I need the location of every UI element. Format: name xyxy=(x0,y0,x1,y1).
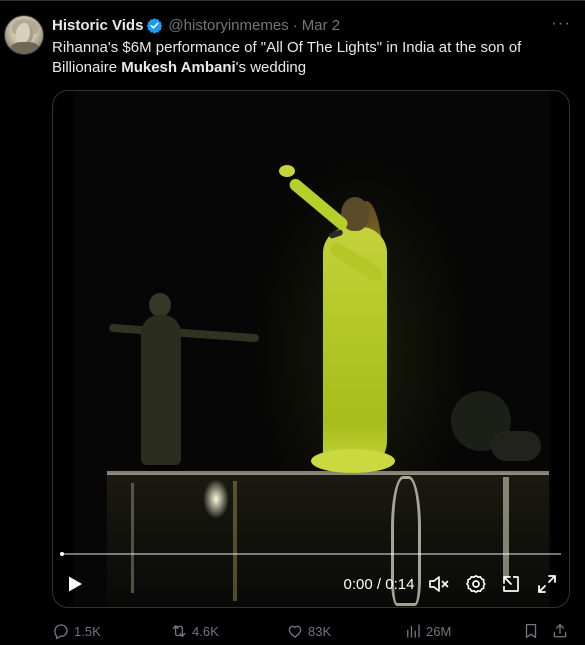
video-player[interactable]: 0:00 / 0:14 xyxy=(52,90,570,608)
retweet-icon xyxy=(172,625,186,637)
dock-icon xyxy=(503,576,519,592)
reply-icon xyxy=(54,624,68,640)
dock-video-button[interactable] xyxy=(499,569,523,599)
play-button[interactable] xyxy=(65,569,85,599)
fullscreen-icon xyxy=(538,575,556,593)
tweet-text-mention: Mukesh Ambani xyxy=(121,59,236,76)
verified-badge-icon[interactable] xyxy=(146,17,163,34)
tweet-date[interactable]: Mar 2 xyxy=(302,17,340,34)
stage-reflection xyxy=(503,477,509,577)
views-chart-icon xyxy=(407,624,420,638)
video-progress-knob[interactable] xyxy=(60,552,64,556)
more-options-button[interactable]: ··· xyxy=(548,14,574,36)
retweet-button[interactable]: 4.6K xyxy=(170,620,219,642)
retweet-count: 4.6K xyxy=(192,623,219,639)
tweet-text-part: 's wedding xyxy=(235,59,307,76)
reply-button[interactable]: 1.5K xyxy=(52,620,101,642)
dancer-torso xyxy=(141,315,181,465)
video-time: 0:00 / 0:14 xyxy=(343,575,415,593)
reply-count: 1.5K xyxy=(74,623,101,639)
tweet-actions: 1.5K 4.6K 83K 26M xyxy=(52,620,572,642)
mute-icon xyxy=(429,576,449,592)
views-count: 26M xyxy=(426,623,452,639)
singer-raised-arm xyxy=(287,176,351,232)
heart-icon xyxy=(288,625,302,638)
tweet-header: Historic Vids @historyinmemes · Mar 2 xyxy=(52,15,340,35)
stage-reflection xyxy=(203,479,229,519)
dancer-arm xyxy=(108,323,260,343)
avatar[interactable] xyxy=(4,15,44,55)
settings-icon xyxy=(466,575,486,593)
bookmark-icon xyxy=(525,623,537,639)
like-count: 83K xyxy=(308,623,332,639)
share-icon xyxy=(553,623,567,638)
views-button[interactable]: 26M xyxy=(404,620,451,642)
dancer-head xyxy=(149,293,171,317)
like-button[interactable]: 83K xyxy=(286,620,331,642)
background-musicians xyxy=(421,381,541,471)
video-frame[interactable] xyxy=(73,91,551,607)
tweet[interactable]: Historic Vids @historyinmemes · Mar 2 ··… xyxy=(0,0,585,645)
avatar-body xyxy=(10,42,40,54)
video-controls: 0:00 / 0:14 xyxy=(53,569,569,599)
play-icon xyxy=(69,576,82,592)
background-dancer xyxy=(108,291,260,471)
mute-button[interactable] xyxy=(427,569,451,599)
tweet-text: Rihanna's $6M performance of "All Of The… xyxy=(52,38,572,78)
singer-figure xyxy=(273,161,413,481)
bookmark-button[interactable] xyxy=(522,620,544,642)
user-handle[interactable]: @historyinmemes xyxy=(168,17,288,34)
settings-button[interactable] xyxy=(464,569,488,599)
separator-dot: · xyxy=(292,16,298,34)
display-name[interactable]: Historic Vids xyxy=(52,17,143,34)
share-button[interactable] xyxy=(551,620,573,642)
musician-shape xyxy=(491,431,541,461)
singer-hand xyxy=(279,165,295,177)
fullscreen-button[interactable] xyxy=(535,569,559,599)
singer-dress-hem xyxy=(311,449,395,473)
video-progress-bar[interactable] xyxy=(60,552,561,556)
